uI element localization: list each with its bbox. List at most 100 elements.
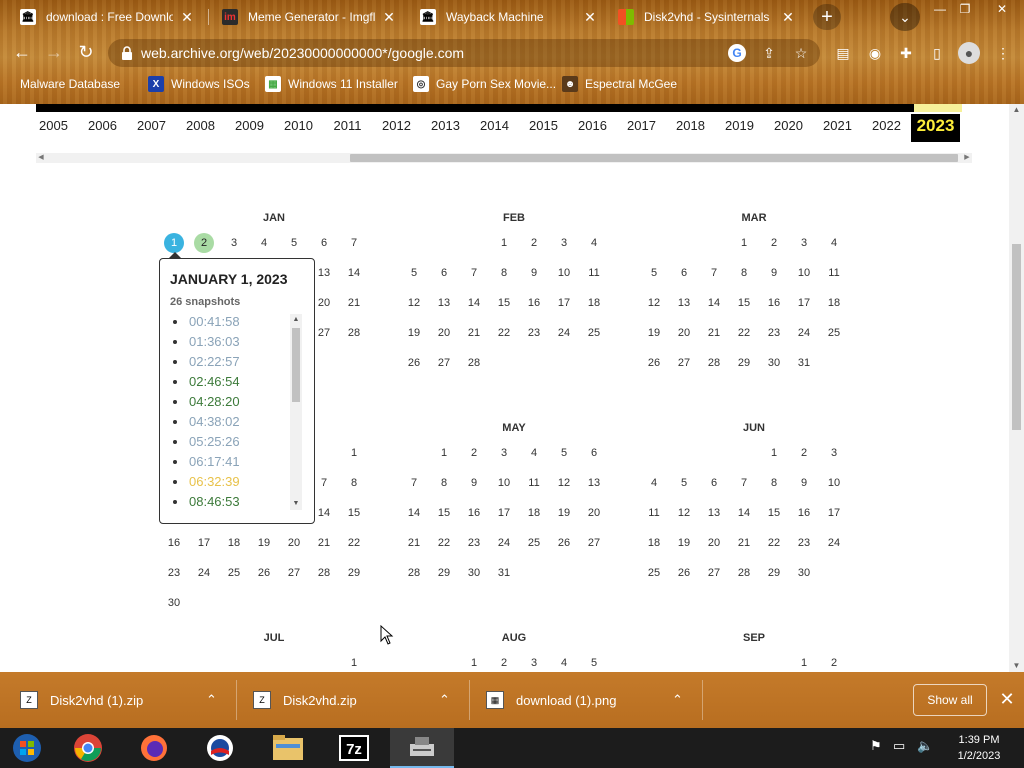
bookmark-espectral-mcgee[interactable]: ☻ Espectral McGee bbox=[562, 75, 677, 93]
close-icon[interactable]: ✕ bbox=[179, 9, 195, 26]
year-2005[interactable]: 2005 bbox=[29, 114, 78, 142]
scroll-up-arrow-icon[interactable]: ▲ bbox=[290, 314, 302, 326]
year-2011[interactable]: 2011 bbox=[323, 114, 372, 142]
scroll-up-arrow-icon[interactable]: ▲ bbox=[1009, 104, 1024, 116]
year-2020[interactable]: 2020 bbox=[764, 114, 813, 142]
year-2007[interactable]: 2007 bbox=[127, 114, 176, 142]
year-2023[interactable]: 2023 bbox=[911, 114, 960, 142]
download-item[interactable]: ▦ download (1).png ⌃ bbox=[486, 672, 698, 728]
year-2015[interactable]: 2015 bbox=[519, 114, 568, 142]
bullet-icon bbox=[173, 380, 177, 384]
scroll-down-arrow-icon[interactable]: ▼ bbox=[1009, 660, 1024, 672]
snapshot-link[interactable]: 04:28:20 bbox=[170, 392, 290, 412]
close-icon[interactable]: ✕ bbox=[582, 9, 598, 26]
puzzle-icon[interactable]: ✚ bbox=[895, 42, 917, 64]
year-2022[interactable]: 2022 bbox=[862, 114, 911, 142]
vertical-scrollbar[interactable]: ▲ ▼ bbox=[1009, 104, 1024, 672]
snapshot-link[interactable]: 00:41:58 bbox=[170, 312, 290, 332]
extension-avatar-icon[interactable]: ◉ bbox=[864, 42, 886, 64]
year-2008[interactable]: 2008 bbox=[176, 114, 225, 142]
year-2021[interactable]: 2021 bbox=[813, 114, 862, 142]
bookmark-windows-isos[interactable]: X Windows ISOs bbox=[148, 75, 250, 93]
snapshot-link[interactable]: 01:36:03 bbox=[170, 332, 290, 352]
year-2014[interactable]: 2014 bbox=[470, 114, 519, 142]
snapshot-link[interactable]: 02:22:57 bbox=[170, 352, 290, 372]
chevron-up-icon[interactable]: ⌃ bbox=[206, 692, 217, 708]
forward-arrow-icon[interactable]: → bbox=[42, 40, 66, 64]
7zip-taskbar-button[interactable]: 7z bbox=[322, 728, 386, 768]
calendar-day: 30 bbox=[467, 567, 481, 579]
scroll-left-arrow-icon[interactable]: ◀ bbox=[36, 153, 46, 163]
calendar-day[interactable]: 1 bbox=[164, 233, 184, 253]
minimize-icon[interactable]: — bbox=[928, 0, 952, 18]
reload-icon[interactable]: ↻ bbox=[74, 40, 98, 64]
google-icon[interactable]: G bbox=[728, 44, 746, 62]
close-icon[interactable]: ✕ bbox=[998, 689, 1016, 709]
snapshot-link[interactable]: 08:46:53 bbox=[170, 492, 290, 512]
menu-icon[interactable]: ⋮ bbox=[992, 42, 1014, 64]
extension-flag-icon[interactable]: ▤ bbox=[832, 42, 854, 64]
start-button[interactable] bbox=[0, 728, 54, 768]
popup-scrollbar-thumb[interactable] bbox=[292, 328, 300, 402]
volume-icon[interactable]: 🔈 bbox=[917, 738, 933, 754]
flag-icon[interactable]: ⚑ bbox=[870, 738, 882, 754]
system-clock[interactable]: 1:39 PM 1/2/2023 bbox=[946, 732, 1012, 764]
tab-download[interactable]: 🏛 download : Free Download ✕ bbox=[10, 0, 205, 34]
calendar-day: 15 bbox=[437, 507, 451, 519]
horizontal-scrollbar[interactable]: ◀ ▶ bbox=[36, 153, 972, 163]
year-2019[interactable]: 2019 bbox=[715, 114, 764, 142]
calendar-day: 25 bbox=[827, 327, 841, 339]
sidebar-icon[interactable]: ▯ bbox=[926, 42, 948, 64]
scrollbar-thumb[interactable] bbox=[1012, 244, 1021, 430]
restore-icon[interactable]: ❐ bbox=[953, 0, 977, 18]
zip-file-icon: Z bbox=[253, 691, 271, 709]
calendar-day: 6 bbox=[710, 477, 718, 489]
bookmark-malware-database[interactable]: Malware Database bbox=[20, 75, 120, 93]
scrollbar-thumb[interactable] bbox=[350, 154, 958, 162]
tab-wayback-machine[interactable]: 🏛 Wayback Machine ✕ bbox=[410, 0, 608, 34]
tab-disk2vhd[interactable]: Disk2vhd - Sysinternals ✕ bbox=[608, 0, 806, 34]
chevron-up-icon[interactable]: ⌃ bbox=[672, 692, 683, 708]
year-2010[interactable]: 2010 bbox=[274, 114, 323, 142]
file-explorer-taskbar-button[interactable] bbox=[256, 728, 320, 768]
close-icon[interactable]: ✕ bbox=[381, 9, 397, 26]
year-2012[interactable]: 2012 bbox=[372, 114, 421, 142]
snapshot-link[interactable]: 06:17:41 bbox=[170, 452, 290, 472]
show-all-button[interactable]: Show all bbox=[913, 684, 987, 716]
new-tab-button[interactable]: + bbox=[813, 4, 841, 30]
network-icon[interactable]: ▭ bbox=[893, 738, 905, 754]
scroll-down-arrow-icon[interactable]: ▼ bbox=[290, 498, 302, 510]
disk2vhd-taskbar-button[interactable] bbox=[390, 728, 454, 768]
window-close-icon[interactable]: ✕ bbox=[990, 0, 1014, 18]
download-item[interactable]: Z Disk2vhd (1).zip ⌃ bbox=[20, 672, 232, 728]
firefox-taskbar-button[interactable] bbox=[122, 728, 186, 768]
address-bar[interactable]: web.archive.org/web/20230000000000*/goog… bbox=[108, 39, 820, 67]
download-item[interactable]: Z Disk2vhd.zip ⌃ bbox=[253, 672, 465, 728]
bookmark-windows-11-installer[interactable]: ▦ Windows 11 Installer bbox=[265, 75, 398, 93]
year-2009[interactable]: 2009 bbox=[225, 114, 274, 142]
snapshot-link[interactable]: 04:38:02 bbox=[170, 412, 290, 432]
year-2018[interactable]: 2018 bbox=[666, 114, 715, 142]
snapshot-link[interactable]: 05:25:26 bbox=[170, 432, 290, 452]
profile-icon[interactable]: ● bbox=[958, 42, 980, 64]
chrome-taskbar-button[interactable] bbox=[56, 728, 120, 768]
back-arrow-icon[interactable]: ← bbox=[10, 40, 34, 64]
popup-scrollbar[interactable]: ▲ ▼ bbox=[290, 314, 302, 510]
share-icon[interactable]: ⇪ bbox=[760, 44, 778, 62]
calendar-day[interactable]: 2 bbox=[194, 233, 214, 253]
year-2006[interactable]: 2006 bbox=[78, 114, 127, 142]
tab-search-button[interactable]: ⌄ bbox=[890, 3, 920, 31]
star-icon[interactable]: ☆ bbox=[792, 44, 810, 62]
bookmark-movie-site[interactable]: ◎ Gay Porn Sex Movie... bbox=[413, 75, 556, 93]
tab-imgflip[interactable]: im Meme Generator - Imgflip ✕ bbox=[212, 0, 407, 34]
year-2017[interactable]: 2017 bbox=[617, 114, 666, 142]
year-2016[interactable]: 2016 bbox=[568, 114, 617, 142]
obama-logo-taskbar-button[interactable] bbox=[188, 728, 252, 768]
chevron-up-icon[interactable]: ⌃ bbox=[439, 692, 450, 708]
snapshot-link[interactable]: 02:46:54 bbox=[170, 372, 290, 392]
year-2013[interactable]: 2013 bbox=[421, 114, 470, 142]
close-icon[interactable]: ✕ bbox=[780, 9, 796, 26]
calendar-day: 14 bbox=[317, 507, 331, 519]
snapshot-link[interactable]: 06:32:39 bbox=[170, 472, 290, 492]
scroll-right-arrow-icon[interactable]: ▶ bbox=[962, 153, 972, 163]
